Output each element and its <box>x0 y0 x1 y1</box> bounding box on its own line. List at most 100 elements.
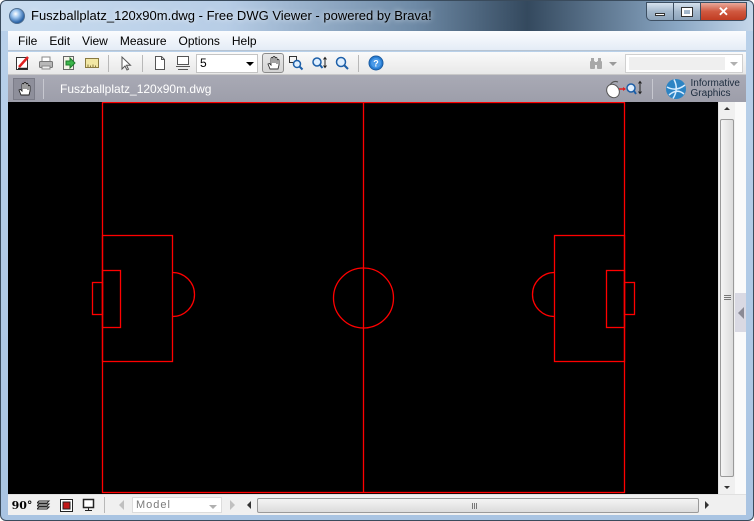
search-text <box>629 57 725 70</box>
export-button[interactable] <box>58 53 80 73</box>
grip-icon <box>476 502 477 509</box>
divider <box>104 497 105 513</box>
layers-button[interactable] <box>34 497 54 513</box>
page-button[interactable] <box>149 53 171 73</box>
layout-select-value: Model <box>136 499 171 511</box>
scroll-left-icon[interactable] <box>247 501 251 509</box>
export-icon <box>63 56 76 70</box>
grip-icon <box>724 299 731 300</box>
measure-icon <box>85 58 99 68</box>
help-button[interactable]: ? <box>365 53 387 73</box>
scroll-down-icon[interactable] <box>724 486 730 489</box>
right-goal-area <box>605 269 626 329</box>
horizontal-scroll-thumb[interactable] <box>257 497 699 513</box>
rotate-button[interactable]: 90° <box>12 497 33 513</box>
side-panel-toggle[interactable] <box>735 293 746 332</box>
menu-edit[interactable]: Edit <box>43 34 76 48</box>
left-penalty-arc <box>172 271 196 318</box>
right-penalty-area <box>553 234 626 363</box>
menu-measure[interactable]: Measure <box>114 34 173 48</box>
page-setup-button[interactable] <box>172 53 194 73</box>
pitch-drawing <box>91 102 636 494</box>
brand-logo: Informative Graphics <box>665 78 740 100</box>
left-goal-area <box>101 269 122 329</box>
toolbar-separator <box>108 54 109 72</box>
toolbar-separator <box>358 54 359 72</box>
brand-line-2: Graphics <box>690 87 731 99</box>
title-bar[interactable]: Fuszballplatz_120x90m.dwg - Free DWG Vie… <box>1 1 753 31</box>
pan-mode-button[interactable] <box>13 77 35 100</box>
left-goal <box>91 281 104 316</box>
right-penalty-arc <box>531 271 555 318</box>
globe-logo-icon <box>665 78 686 99</box>
caption-buttons: ✕ <box>646 2 747 21</box>
window-title: Fuszballplatz_120x90m.dwg - Free DWG Vie… <box>31 8 432 23</box>
help-icon: ? <box>368 55 384 71</box>
pan-hand-icon <box>267 56 280 70</box>
document-tab[interactable]: Fuszballplatz_120x90m.dwg <box>60 82 211 96</box>
print-button[interactable] <box>35 53 57 73</box>
grip-icon <box>724 297 731 298</box>
grip-icon <box>724 295 731 296</box>
maximize-button[interactable] <box>674 2 701 21</box>
grip-icon <box>474 502 475 509</box>
next-layout-icon[interactable] <box>230 500 235 510</box>
pan-button[interactable] <box>262 53 284 73</box>
binoculars-icon[interactable] <box>588 57 604 71</box>
horizontal-scrollbar[interactable] <box>243 497 713 514</box>
mouse-zoom-icon[interactable] <box>604 79 644 99</box>
close-button[interactable]: ✕ <box>701 2 747 21</box>
background-icon <box>59 498 73 512</box>
display-button[interactable] <box>78 497 98 513</box>
page-select[interactable]: 5 <box>196 53 258 73</box>
right-goal <box>623 281 636 316</box>
divider <box>43 78 44 99</box>
menu-options[interactable]: Options <box>173 34 226 48</box>
background-button[interactable] <box>56 497 76 513</box>
measure-button[interactable] <box>81 53 103 73</box>
select-button[interactable] <box>115 53 137 73</box>
layout-select[interactable]: Model <box>132 497 222 513</box>
zoom-dynamic-button[interactable] <box>308 53 330 73</box>
vertical-scrollbar[interactable] <box>718 102 735 494</box>
scroll-right-icon[interactable] <box>705 501 709 509</box>
find-options-icon[interactable] <box>609 61 617 66</box>
drawing-canvas[interactable] <box>8 102 718 494</box>
minimize-button[interactable] <box>646 2 674 21</box>
toolbar: 5 ? <box>8 52 746 75</box>
page-select-value: 5 <box>200 55 207 70</box>
chevron-down-icon <box>209 505 217 509</box>
toolbar-separator <box>142 54 143 72</box>
layers-icon <box>37 500 51 510</box>
brand-text: Informative Graphics <box>690 77 740 99</box>
brand-line-1: Informative <box>690 77 740 89</box>
vertical-scroll-thumb[interactable] <box>720 119 734 477</box>
menu-view[interactable]: View <box>76 34 114 48</box>
status-bar: 90° Model <box>8 494 746 515</box>
search-input[interactable] <box>625 54 743 73</box>
maximize-icon <box>681 6 693 17</box>
side-panel <box>735 102 746 494</box>
left-penalty-area <box>101 234 174 363</box>
divider <box>651 78 653 99</box>
zoom-dynamic-icon <box>312 56 327 69</box>
zoom-window-button[interactable] <box>285 53 307 73</box>
zoom-extents-button[interactable] <box>331 53 353 73</box>
scroll-up-icon[interactable] <box>724 107 730 110</box>
document-bar: Fuszballplatz_120x90m.dwg Informative Gr… <box>8 75 746 102</box>
document-bar-right: Informative Graphics <box>604 75 746 102</box>
app-icon[interactable] <box>9 8 25 24</box>
page-setup-icon <box>176 56 190 70</box>
svg-text:?: ? <box>373 59 379 69</box>
previous-layout-icon[interactable] <box>119 500 124 510</box>
menu-bar: File Edit View Measure Options Help <box>8 31 746 51</box>
zoom-extents-icon <box>335 56 349 70</box>
page-icon <box>155 56 165 70</box>
zoom-window-icon <box>289 56 304 71</box>
markup-icon <box>16 56 29 70</box>
close-icon: ✕ <box>718 3 729 19</box>
menu-file[interactable]: File <box>12 34 43 48</box>
chevron-left-icon <box>737 306 744 319</box>
menu-help[interactable]: Help <box>226 34 263 48</box>
markup-button[interactable] <box>12 53 34 73</box>
